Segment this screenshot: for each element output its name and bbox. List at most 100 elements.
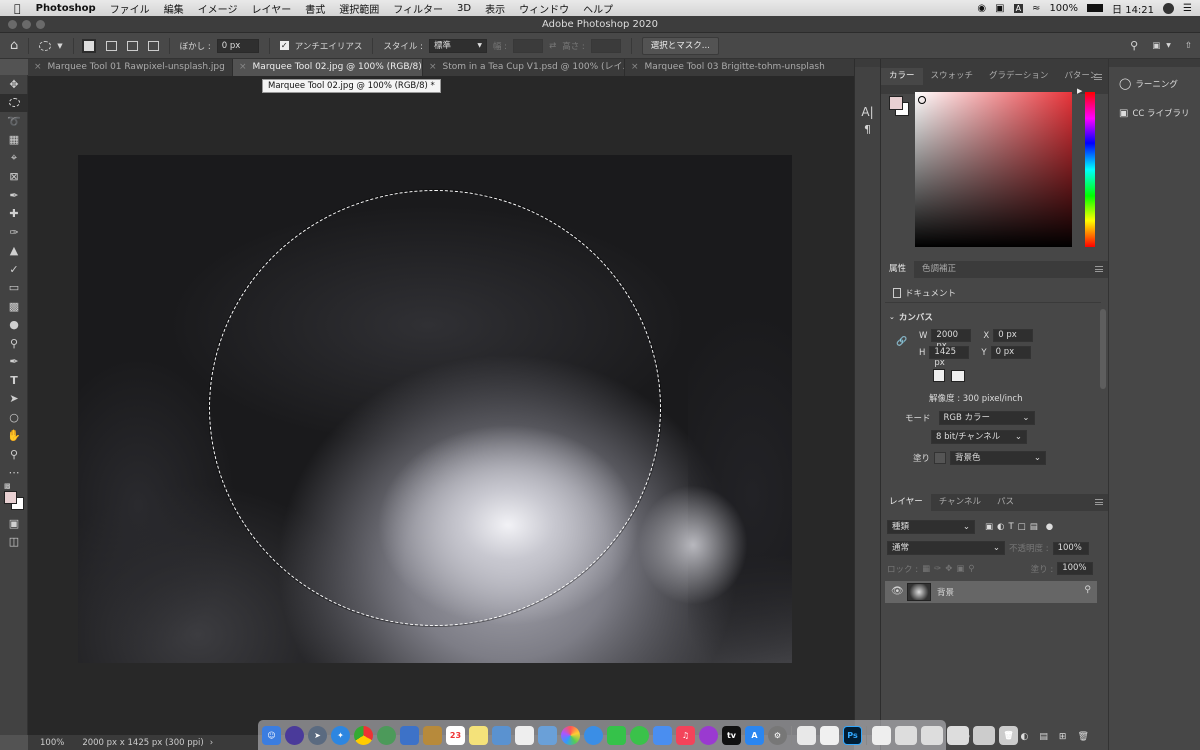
filter-toggle-icon[interactable]: ● (1046, 522, 1053, 532)
chevron-down-icon[interactable]: ▼ (1166, 42, 1171, 49)
document-tab[interactable]: × Marquee Tool 01 Rawpixel-unsplash.jpg (28, 59, 233, 76)
battery-icon[interactable] (1087, 4, 1104, 12)
chevron-down-icon[interactable]: ▼ (57, 42, 62, 50)
add-to-selection-icon[interactable] (105, 40, 117, 51)
canvas-x-input[interactable]: 0 px (993, 329, 1034, 342)
panel-menu-icon[interactable] (1095, 499, 1103, 505)
hand-tool-icon[interactable]: ✋ (0, 427, 28, 446)
zoom-window-button[interactable] (36, 20, 45, 29)
system-preferences-icon[interactable]: ⚙ (768, 725, 787, 745)
menu-filter[interactable]: フィルター (386, 1, 450, 16)
style-select[interactable]: 標準 ▼ (428, 38, 487, 53)
app-store-icon[interactable]: A (745, 725, 764, 745)
elliptical-marquee-tool-icon[interactable] (0, 93, 28, 112)
move-tool-icon[interactable]: ✥ (0, 75, 28, 94)
brush-tool-icon[interactable]: ✑ (0, 223, 28, 242)
lock-transparent-icon[interactable]: ▦ (922, 564, 930, 574)
finder-icon[interactable]: ☺ (262, 725, 281, 745)
fill-color-swatch[interactable] (934, 452, 947, 464)
input-source-icon[interactable]: A (1013, 3, 1024, 13)
more-tools-icon[interactable]: ⋯ (0, 464, 28, 483)
tab-gradients[interactable]: グラデーション (981, 68, 1056, 85)
layer-row[interactable]: 👁 背景 ⚲ (885, 581, 1097, 603)
properties-scrollbar[interactable] (1100, 309, 1106, 389)
calendar-icon[interactable]: 23 (446, 725, 465, 745)
select-and-mask-button[interactable]: 選択とマスク... (641, 36, 719, 55)
tab-properties[interactable]: 属性 (881, 261, 915, 278)
object-selection-tool-icon[interactable]: ▦ (0, 131, 28, 150)
dodge-tool-icon[interactable]: ⚲ (0, 334, 28, 353)
siri-icon[interactable] (285, 725, 304, 745)
menu-edit[interactable]: 編集 (157, 1, 191, 16)
downloads-stack-icon[interactable] (973, 725, 995, 745)
window-icon[interactable]: ▣ (995, 3, 1004, 14)
menu-view[interactable]: 表示 (478, 1, 512, 16)
facetime-icon[interactable] (607, 725, 626, 745)
lock-position-icon[interactable]: ✥ (945, 564, 952, 574)
wifi-icon[interactable]: ≈ (1032, 3, 1040, 14)
menu-layer[interactable]: レイヤー (245, 1, 299, 16)
close-tab-icon[interactable]: × (429, 62, 437, 72)
character-panel-icon[interactable]: A| (855, 105, 880, 119)
antialias-checkbox[interactable]: ✓ (279, 41, 289, 50)
creative-cloud-icon[interactable]: ◉ (977, 3, 986, 14)
apple-tv-icon[interactable]: tv (722, 725, 741, 745)
portrait-orientation-icon[interactable] (933, 369, 945, 382)
canvas-y-input[interactable]: 0 px (990, 346, 1031, 359)
screenshot-stack-icon[interactable] (895, 725, 917, 745)
share-icon[interactable]: ⇧ (1185, 41, 1192, 51)
zoom-tool-icon[interactable]: ⚲ (0, 445, 28, 464)
photos-icon[interactable] (561, 725, 580, 745)
clock[interactable]: 日 14:21 (1112, 1, 1154, 16)
adjustment-filter-icon[interactable]: ◐ (997, 522, 1004, 532)
chrome-icon[interactable] (354, 725, 373, 745)
learn-item[interactable]: ◯ ラーニング (1119, 77, 1178, 90)
quick-mask-icon[interactable]: ▣ (0, 514, 28, 533)
blend-mode-select[interactable]: 通常 ⌄ (887, 541, 1005, 555)
tab-swatches[interactable]: スウォッチ (923, 68, 982, 85)
document-stack-icon[interactable] (872, 725, 891, 745)
blur-tool-icon[interactable]: ● (0, 316, 28, 335)
tab-adjustments[interactable]: 色調補正 (914, 261, 964, 278)
app-icon[interactable] (653, 725, 672, 745)
subtract-from-selection-icon[interactable] (126, 40, 138, 51)
lock-icon[interactable]: ⚲ (1084, 585, 1091, 595)
gradient-tool-icon[interactable]: ▩ (0, 297, 28, 316)
menu-3d[interactable]: 3D (450, 3, 478, 14)
panel-menu-icon[interactable] (1094, 74, 1102, 80)
pen-tool-icon[interactable]: ✒ (0, 353, 28, 372)
trash-icon[interactable]: 🗑 (1077, 732, 1088, 742)
lasso-tool-icon[interactable]: ➰ (0, 112, 28, 131)
hue-slider[interactable] (1085, 92, 1095, 247)
numbers-icon[interactable] (820, 725, 839, 745)
canvas-section-header[interactable]: ⌄ カンバス (889, 311, 933, 323)
foreground-color-swatch[interactable] (889, 96, 903, 110)
lock-pixels-icon[interactable]: ✑ (934, 564, 941, 574)
menu-window[interactable]: ウィンドウ (512, 1, 576, 16)
fill-select[interactable]: 背景色 ⌄ (950, 451, 1047, 465)
zoom-level[interactable]: 100% (40, 738, 64, 748)
messages-icon[interactable] (584, 725, 603, 745)
close-tab-icon[interactable]: × (34, 62, 42, 72)
color-field[interactable] (915, 92, 1072, 247)
opacity-input[interactable]: 100% (1052, 541, 1089, 555)
menu-type[interactable]: 書式 (298, 1, 332, 16)
close-window-button[interactable] (8, 20, 17, 29)
document-info[interactable]: 2000 px x 1425 px (300 ppi) (82, 738, 203, 748)
screenshot-stack-icon[interactable] (947, 725, 969, 745)
home-icon[interactable]: ⌂ (10, 38, 18, 53)
tab-color[interactable]: カラー (881, 68, 923, 85)
textedit-icon[interactable] (797, 725, 816, 745)
color-picker-handle[interactable] (918, 96, 926, 104)
hue-slider-handle-icon[interactable]: ▶ (1077, 87, 1082, 95)
user-avatar[interactable] (1163, 2, 1175, 14)
eraser-tool-icon[interactable]: ▭ (0, 279, 28, 298)
document-tab-active[interactable]: × Marquee Tool 02.jpg @ 100% (RGB/8) * (233, 59, 423, 76)
clone-stamp-tool-icon[interactable]: ▲ (0, 242, 28, 261)
swap-icon[interactable]: ⇄ (549, 41, 556, 51)
smart-object-filter-icon[interactable]: ▤ (1030, 522, 1038, 532)
path-selection-tool-icon[interactable]: ➤ (0, 390, 28, 409)
music-icon[interactable]: ♫ (676, 725, 695, 745)
preview-icon[interactable] (400, 725, 419, 745)
photoshop-icon[interactable]: Ps (843, 725, 862, 745)
